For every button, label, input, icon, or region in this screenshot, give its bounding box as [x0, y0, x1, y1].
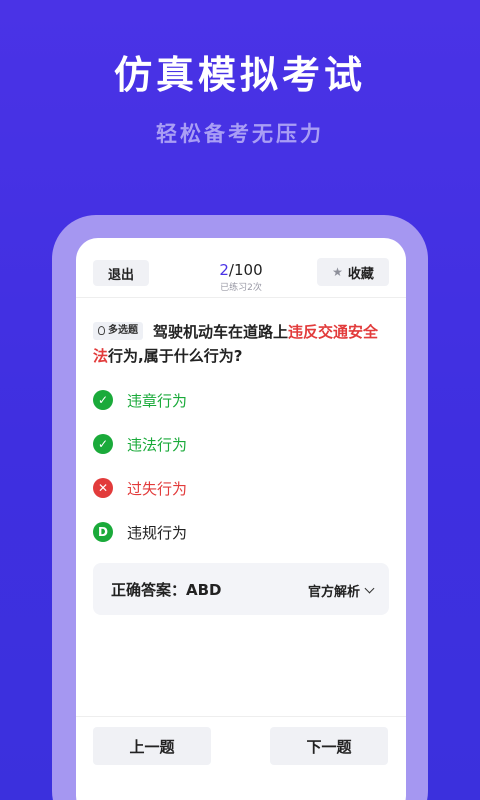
star-icon: ★ — [332, 265, 343, 279]
question-type-tag: 多选题 — [93, 321, 143, 340]
progress-current: 2 — [219, 261, 229, 279]
next-question-button[interactable]: 下一题 — [270, 727, 388, 765]
check-icon: ✓ — [93, 390, 113, 410]
prev-question-button[interactable]: 上一题 — [93, 727, 211, 765]
progress-indicator: 2/100 已练习2次 — [186, 260, 296, 293]
favorite-button[interactable]: ★ 收藏 — [317, 258, 389, 286]
options-list: ✓ 违章行为 ✓ 违法行为 ✕ 过失行为 D 违规行为 — [93, 378, 393, 554]
question-type-label: 多选题 — [108, 324, 138, 336]
option-label: 违章行为 — [127, 391, 188, 410]
check-icon: ✓ — [93, 434, 113, 454]
lightbulb-icon — [98, 326, 105, 335]
question-text-before: 驾驶机动车在道路上 — [153, 323, 289, 341]
question-text-after: 行为,属于什么行为? — [108, 347, 243, 365]
chevron-down-icon — [364, 583, 375, 594]
promo-title: 仿真模拟考试 — [113, 53, 366, 97]
cross-icon: ✕ — [93, 478, 113, 498]
option-b[interactable]: ✓ 违法行为 — [93, 422, 393, 466]
top-bar: 退出 2/100 已练习2次 ★ 收藏 — [76, 238, 406, 298]
option-a[interactable]: ✓ 违章行为 — [93, 378, 393, 422]
analysis-label: 官方解析 — [307, 585, 360, 600]
bottom-nav: 上一题 下一题 — [76, 716, 406, 800]
option-label: 违规行为 — [127, 523, 188, 542]
practice-count: 已练习2次 — [220, 283, 262, 293]
correct-answer: 正确答案：ABD — [111, 581, 222, 599]
official-analysis-toggle[interactable]: 官方解析 — [307, 581, 375, 600]
answer-panel: 正确答案：ABD 官方解析 — [93, 563, 389, 615]
option-label: 过失行为 — [127, 479, 188, 498]
exit-button[interactable]: 退出 — [93, 260, 149, 286]
option-d[interactable]: D 违规行为 — [93, 510, 393, 554]
option-letter-icon: D — [93, 522, 113, 542]
option-label: 违法行为 — [127, 435, 188, 454]
option-c[interactable]: ✕ 过失行为 — [93, 466, 393, 510]
progress-total: /100 — [228, 261, 263, 279]
favorite-label: 收藏 — [347, 266, 374, 282]
question-text: 多选题 驾驶机动车在道路上违反交通安全法行为,属于什么行为? — [93, 320, 393, 368]
promo-subtitle: 轻松备考无压力 — [156, 122, 324, 146]
phone-screen: 退出 2/100 已练习2次 ★ 收藏 多选题 驾驶机动车在道路上违反交通安全法… — [76, 238, 406, 800]
